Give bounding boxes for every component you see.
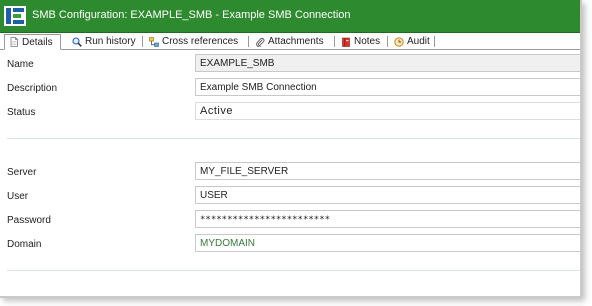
document-icon [10,37,18,47]
notes-book-icon [342,37,350,47]
tab-separator [387,36,388,47]
section-divider [7,270,580,271]
cross-references-icon [149,36,159,47]
tab-details[interactable]: Details [4,34,61,50]
domain-field[interactable]: MYDOMAIN [195,234,580,252]
password-label: Password [7,215,51,226]
user-label: User [7,191,29,202]
app-logo-icon [4,6,26,26]
domain-label: Domain [7,239,42,250]
tab-cross-references[interactable]: Cross references [145,34,242,49]
status-label: Status [7,107,36,118]
title-bar: SMB Configuration: EXAMPLE_SMB - Example… [0,0,580,33]
tab-label: Audit [407,36,430,47]
server-field[interactable]: MY_FILE_SERVER [195,162,580,180]
paperclip-icon [256,37,265,47]
server-label: Server [7,167,37,178]
password-field[interactable]: ************************ [195,210,580,228]
audit-clock-icon [394,36,404,47]
tab-separator [248,36,249,47]
section-divider [7,138,580,139]
name-label: Name [7,59,34,70]
description-field[interactable]: Example SMB Connection [195,78,580,96]
description-label: Description [7,83,58,94]
tab-separator [434,36,435,47]
tab-label: Run history [85,36,136,47]
tab-attachments[interactable]: Attachments [251,34,328,49]
status-field[interactable]: Active [195,102,580,120]
smb-configuration-window: SMB Configuration: EXAMPLE_SMB - Example… [0,0,582,298]
tab-run-history[interactable]: Run history [68,34,140,49]
tab-label: Details [22,36,53,48]
window-title: SMB Configuration: EXAMPLE_SMB - Example… [32,9,351,21]
tab-label: Cross references [162,36,239,47]
tab-notes[interactable]: Notes [337,34,384,49]
tab-bar: Details Run history Cross references Att… [0,33,580,50]
tab-separator [142,36,143,47]
search-icon [72,36,82,47]
user-field[interactable]: USER [195,186,580,204]
tab-label: Attachments [268,36,324,47]
tab-audit[interactable]: Audit [390,34,434,49]
name-field[interactable]: EXAMPLE_SMB [195,54,580,72]
tab-separator [334,36,335,47]
tab-label: Notes [354,36,381,47]
